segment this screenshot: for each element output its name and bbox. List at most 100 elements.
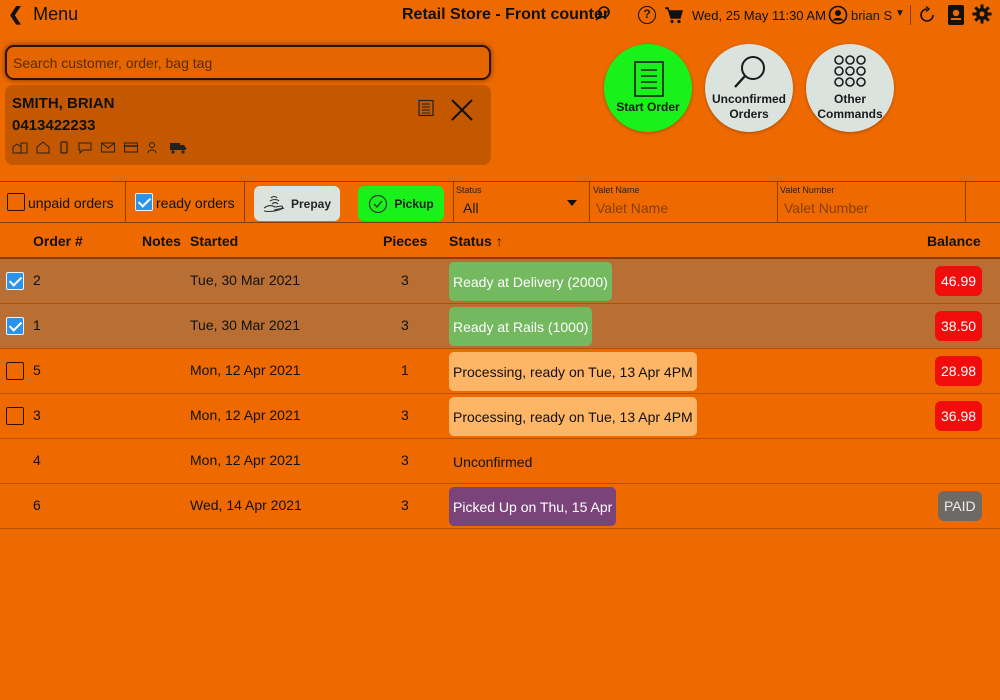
- order-number: 4: [33, 452, 41, 468]
- search-input[interactable]: [7, 47, 489, 78]
- status-badge: Processing, ready on Tue, 13 Apr 4PM: [449, 397, 697, 436]
- column-pieces[interactable]: Pieces: [383, 233, 427, 249]
- user-key-icon[interactable]: [146, 141, 162, 154]
- chevron-left-icon: ❮: [8, 4, 24, 24]
- valet-number-caption: Valet Number: [780, 185, 835, 195]
- row-checkbox[interactable]: [6, 407, 24, 425]
- sort-arrow-icon: ↑: [495, 233, 503, 249]
- search-box: [5, 45, 491, 80]
- building-icon[interactable]: [12, 141, 28, 154]
- divider: [777, 182, 778, 222]
- grid-dots-icon: [834, 55, 866, 87]
- pickup-label: Pickup: [394, 196, 434, 211]
- customer-phone: 0413422233: [12, 117, 96, 134]
- customer-name[interactable]: SMITH, BRIAN: [12, 95, 115, 112]
- menu-button[interactable]: ❮ Menu: [8, 4, 78, 25]
- table-row[interactable]: 1 Tue, 30 Mar 2021 3 Ready at Rails (100…: [0, 304, 1000, 349]
- search-icon[interactable]: [594, 5, 612, 23]
- table-row[interactable]: 3 Mon, 12 Apr 2021 3 Processing, ready o…: [0, 394, 1000, 439]
- notes-list-icon[interactable]: [417, 99, 435, 117]
- card-icon[interactable]: [123, 141, 139, 154]
- pickup-button[interactable]: Pickup: [358, 186, 444, 221]
- table-row[interactable]: 6 Wed, 14 Apr 2021 3 Picked Up on Thu, 1…: [0, 484, 1000, 529]
- table-row[interactable]: 2 Tue, 30 Mar 2021 3 Ready at Delivery (…: [0, 259, 1000, 304]
- pieces-count: 3: [401, 407, 409, 423]
- column-notes[interactable]: Notes: [142, 233, 181, 249]
- start-order-button[interactable]: Start Order: [604, 44, 692, 132]
- gear-icon[interactable]: [972, 4, 992, 24]
- caret-down-icon[interactable]: [566, 200, 578, 206]
- status-badge: Ready at Delivery (2000): [449, 262, 612, 301]
- menu-label: Menu: [33, 4, 79, 24]
- unconfirmed-orders-button[interactable]: Unconfirmed Orders: [705, 44, 793, 132]
- ready-orders-label[interactable]: ready orders: [156, 195, 235, 211]
- ready-orders-checkbox[interactable]: [135, 193, 153, 211]
- pieces-count: 3: [401, 497, 409, 513]
- user-account-icon[interactable]: [828, 5, 848, 25]
- order-number: 1: [33, 317, 41, 333]
- filter-bar: unpaid orders ready orders Prepay Pickup…: [0, 181, 1000, 223]
- other-label-2: Commands: [817, 107, 883, 121]
- status-badge: Ready at Rails (1000): [449, 307, 593, 346]
- order-sheet-icon: [634, 61, 664, 97]
- customer-card: SMITH, BRIAN 0413422233: [5, 85, 491, 165]
- home-icon[interactable]: [35, 141, 51, 154]
- table-header: Order # Notes Started Pieces Status ↑ Ba…: [0, 225, 1000, 259]
- pieces-count: 3: [401, 272, 409, 288]
- order-number: 2: [33, 272, 41, 288]
- pieces-count: 1: [401, 362, 409, 378]
- valet-name-input[interactable]: Valet Name: [596, 200, 668, 216]
- pieces-count: 3: [401, 452, 409, 468]
- balance-badge: 38.50: [935, 311, 983, 341]
- unpaid-orders-checkbox[interactable]: [7, 193, 25, 211]
- balance-badge: 36.98: [935, 401, 983, 431]
- order-number: 6: [33, 497, 41, 513]
- column-status[interactable]: Status ↑: [449, 233, 503, 249]
- hand-money-icon: [263, 195, 285, 212]
- status-filter-caption: Status: [456, 185, 482, 195]
- delivery-truck-icon[interactable]: [169, 141, 187, 154]
- refresh-icon[interactable]: [917, 5, 937, 25]
- start-order-label: Start Order: [616, 100, 680, 114]
- help-icon[interactable]: ?: [638, 6, 656, 24]
- pieces-count: 3: [401, 317, 409, 333]
- mail-icon[interactable]: [100, 141, 116, 154]
- column-started[interactable]: Started: [190, 233, 238, 249]
- close-icon[interactable]: [449, 97, 475, 123]
- unpaid-orders-label[interactable]: unpaid orders: [28, 195, 114, 211]
- divider: [453, 182, 454, 222]
- caret-down-icon[interactable]: ▼: [895, 8, 905, 19]
- cart-icon[interactable]: [664, 6, 684, 24]
- column-balance[interactable]: Balance: [927, 233, 981, 249]
- divider: [244, 182, 245, 222]
- row-checkbox[interactable]: [6, 317, 24, 335]
- row-checkbox[interactable]: [6, 362, 24, 380]
- started-date: Mon, 12 Apr 2021: [190, 452, 301, 468]
- row-checkbox[interactable]: [6, 272, 24, 290]
- column-order[interactable]: Order #: [33, 233, 83, 249]
- mobile-icon[interactable]: [58, 141, 70, 154]
- column-status-label: Status: [449, 233, 492, 249]
- started-date: Tue, 30 Mar 2021: [190, 317, 300, 333]
- valet-name-caption: Valet Name: [593, 185, 640, 195]
- id-badge-icon[interactable]: [946, 3, 966, 27]
- order-number: 3: [33, 407, 41, 423]
- status-filter-select[interactable]: All: [463, 200, 479, 216]
- balance-badge: 28.98: [935, 356, 983, 386]
- valet-number-input[interactable]: Valet Number: [784, 200, 869, 216]
- store-title[interactable]: Retail Store - Front counter: [402, 6, 609, 24]
- divider: [125, 182, 126, 222]
- table-row[interactable]: 4 Mon, 12 Apr 2021 3 Unconfirmed: [0, 439, 1000, 484]
- table-row[interactable]: 5 Mon, 12 Apr 2021 1 Processing, ready o…: [0, 349, 1000, 394]
- other-commands-button[interactable]: Other Commands: [806, 44, 894, 132]
- balance-badge: 46.99: [935, 266, 983, 296]
- started-date: Wed, 14 Apr 2021: [190, 497, 302, 513]
- chat-icon[interactable]: [77, 141, 93, 154]
- paid-badge: PAID: [938, 491, 982, 521]
- prepay-button[interactable]: Prepay: [254, 186, 340, 221]
- check-circle-icon: [369, 194, 388, 213]
- order-number: 5: [33, 362, 41, 378]
- top-bar: ❮ Menu Retail Store - Front counter ? We…: [0, 0, 1000, 30]
- user-name[interactable]: brian S: [851, 8, 892, 23]
- started-date: Mon, 12 Apr 2021: [190, 362, 301, 378]
